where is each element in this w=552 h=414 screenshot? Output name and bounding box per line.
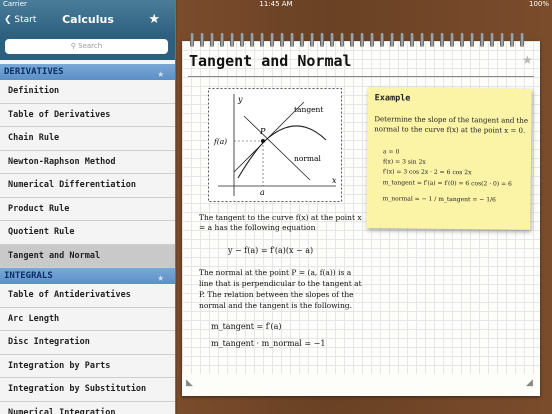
search-bar: ⚲ Search [0,37,175,60]
y-axis-label: y [237,95,243,104]
paragraph-line: line that is perpendicular to the tangen… [199,279,362,288]
list-item[interactable]: Product Rule [0,197,175,221]
list-item[interactable]: Disc Integration [0,331,175,355]
paragraph-line: The normal at the point P = (a, f(a)) is… [199,268,352,277]
paragraph-line: The tangent to the curve f(x) at the poi… [199,213,362,222]
list-item[interactable]: Numerical Integration [0,401,175,414]
fa-label: f(a) [213,137,227,146]
search-placeholder: Search [78,42,103,50]
previous-page-icon[interactable]: ◣ [186,378,193,388]
tangent-label: tangent [294,105,323,114]
tangent-equation: y − f(a) = f′(a)(x − a) [228,246,314,255]
list-item[interactable]: Integration by Parts [0,354,175,378]
example-line: Determine the slope of the tangent and t… [374,115,529,125]
sidebar: ❮ Start Calculus ★ ⚲ Search DERIVATIVES ★… [0,0,176,414]
list-item[interactable]: Newton-Raphson Method [0,150,175,174]
paragraph-line: normal and the tangent is the following. [199,301,352,310]
example-formula: a = 0 [383,148,400,156]
x-axis-label: x [332,176,337,185]
status-bar: Carrier 11:45 AM 100% [0,0,552,9]
section-title: DERIVATIVES [4,67,64,77]
example-formula: f(x) = 3 sin 2x [382,158,426,166]
list-item[interactable]: Arc Length [0,307,175,331]
slope-tangent-formula: m_tangent = f′(a) [211,322,282,331]
list-item[interactable]: Integration by Substitution [0,378,175,402]
list-item[interactable]: Quotient Rule [0,221,175,245]
paragraph-line: = a has the following equation [199,223,316,232]
section-derivatives[interactable]: DERIVATIVES ★ [0,64,175,80]
slope-relation-formula: m_tangent · m_normal = −1 [211,339,326,348]
a-label: a [260,188,265,197]
clock: 11:45 AM [259,0,293,8]
list-item[interactable]: Definition [0,80,175,104]
page-title: Tangent and Normal [189,52,352,70]
section-integrals[interactable]: INTEGRALS ★ [0,268,175,284]
example-line: normal to the curve f(x) at the point x … [374,125,526,135]
favorite-star-icon[interactable]: ★ [522,53,533,67]
list-item[interactable]: Numerical Differentiation [0,174,175,198]
title-divider [188,76,534,77]
point-p [261,139,265,143]
example-formula: m_normal = − 1 / m_tangent = − 1/6 [382,195,496,204]
p-label: P [259,127,266,136]
example-formula: f′(x) = 3 cos 2x · 2 = 6 cos 2x [382,168,472,177]
next-page-icon[interactable]: ◢ [526,378,533,388]
section-title: INTEGRALS [4,271,53,281]
search-input[interactable]: ⚲ Search [5,39,168,54]
example-title: Example [374,93,411,104]
paragraph-line: P. The relation between the slopes of th… [199,290,354,299]
spiral-binding [190,33,532,47]
page-bottom [182,374,540,396]
example-text: Determine the slope of the tangent and t… [374,114,530,136]
battery-level: 100% [528,0,549,8]
example-formula: m_tangent = f′(a) = f′(0) = 6 cos(2 · 0)… [382,179,512,188]
example-sticky-note: Example Determine the slope of the tange… [366,87,532,230]
tangent-normal-figure: y x f(a) a P tangent normal [208,88,342,202]
list-item[interactable]: Chain Rule [0,127,175,151]
normal-label: normal [294,154,322,163]
list-item[interactable]: Table of Antiderivatives [0,284,175,308]
list-item[interactable]: Table of Derivatives [0,103,175,127]
list-item-selected[interactable]: Tangent and Normal [0,244,175,268]
star-icon[interactable]: ★ [148,12,160,27]
